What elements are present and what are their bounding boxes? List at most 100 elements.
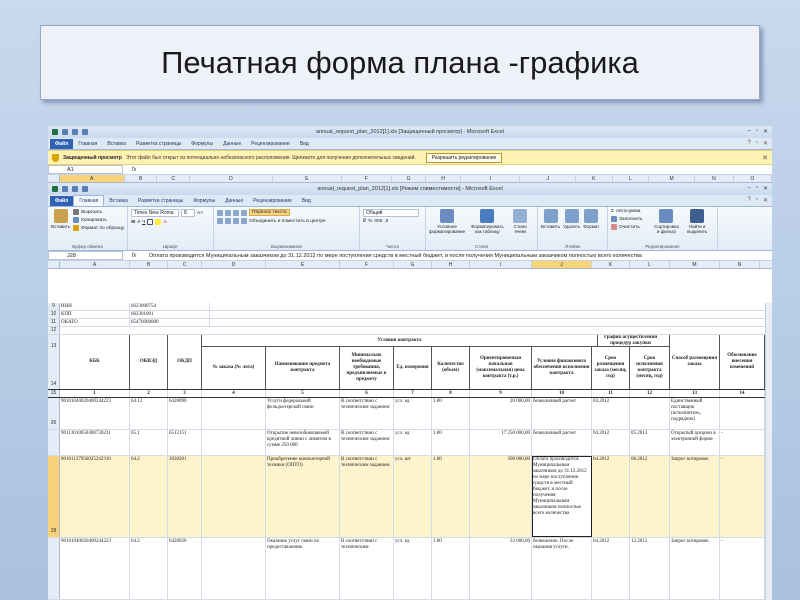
tab-home[interactable]: Главная [73, 139, 102, 149]
tab-formulas[interactable]: Формулы [186, 139, 218, 149]
table-row[interactable]: 90101040020400244223 64.2 6420020 Оказан… [48, 538, 772, 600]
header-kbk[interactable]: КБК [60, 335, 130, 389]
cell-price[interactable]: 300 000,00 [470, 456, 532, 537]
table-header-row[interactable]: 13 14 КБК ОКВЭД ОКДП Условия контракта № … [48, 335, 772, 390]
cell-kbk[interactable]: 90101040020400244223 [60, 398, 130, 429]
tab-review[interactable]: Рецензирование [248, 196, 297, 206]
row-number[interactable]: 28 [48, 456, 60, 537]
row-number[interactable]: 9 [48, 303, 60, 310]
format-painter-button[interactable]: Формат по образцу [73, 225, 124, 231]
column-header[interactable]: N [695, 175, 734, 182]
column-number[interactable]: 12 [630, 390, 670, 397]
underline-icon[interactable]: Ч [142, 220, 145, 225]
clear-button[interactable]: Очистить [611, 224, 653, 230]
cell-okdp[interactable]: 6420020 [168, 538, 202, 599]
select-all-corner[interactable] [48, 175, 60, 182]
column-header[interactable]: G [394, 261, 432, 268]
font-size-select[interactable]: 8 [181, 209, 195, 217]
cell-price[interactable]: 33 600,00 [470, 538, 532, 599]
table-row[interactable]: 90113010650300730231 65.1 6512151 Открыт… [48, 430, 772, 456]
tab-home[interactable]: Главная [73, 195, 105, 206]
row-number[interactable]: 13 14 [48, 335, 60, 389]
column-header[interactable]: J [532, 261, 592, 268]
cell-order-no[interactable] [202, 430, 266, 455]
column-header[interactable]: J [520, 175, 577, 182]
enable-editing-button[interactable]: Разрешить редактирование [425, 152, 503, 163]
column-header[interactable]: H [432, 261, 470, 268]
cell-justification[interactable]: - [720, 430, 765, 455]
table-row[interactable]: 12 [48, 327, 772, 335]
cell-placement-date[interactable]: 03.2012 [592, 398, 630, 429]
info-value[interactable]: 662301001 [130, 311, 210, 318]
fx-icon[interactable]: fx [123, 167, 145, 173]
column-header[interactable]: E [266, 261, 340, 268]
cell-placement-date[interactable]: 04.2012 [592, 430, 630, 455]
table-row[interactable]: 10 КПП 662301001 [48, 311, 772, 319]
column-number[interactable]: 14 [720, 390, 765, 397]
header-justification[interactable]: Обоснование внесения изменений [720, 335, 765, 389]
column-number[interactable]: 8 [432, 390, 470, 397]
info-label[interactable]: ОКАТО [60, 319, 130, 326]
column-header[interactable]: F [342, 175, 392, 182]
column-header[interactable]: L [630, 261, 670, 268]
cell-unit[interactable]: усл. ед [394, 430, 432, 455]
cell-order-no[interactable] [202, 398, 266, 429]
formula-input[interactable]: Оплата производится Муниципальным заказч… [145, 253, 772, 259]
column-number[interactable]: 10 [532, 390, 592, 397]
cell-exec-date[interactable]: 06.2012 [630, 456, 670, 537]
close-icon[interactable]: ✕ [763, 197, 768, 204]
column-number[interactable]: 7 [394, 390, 432, 397]
cell-placement-date[interactable]: 04.2012 [592, 538, 630, 599]
table-number-row[interactable]: 15 1 2 3 4 5 6 7 8 9 10 11 12 13 14 [48, 390, 772, 398]
row-number[interactable]: 26 [48, 398, 60, 429]
spreadsheet-grid[interactable]: 9 ИНН 6623000754 10 КПП 662301001 11 ОКА… [48, 303, 772, 600]
cell-unit[interactable]: усл. ед [394, 398, 432, 429]
cell-okved[interactable]: 64.2 [130, 456, 168, 537]
align-middle-icon[interactable] [225, 209, 231, 216]
column-number[interactable]: 4 [202, 390, 266, 397]
cell-okved[interactable]: 65.1 [130, 430, 168, 455]
header-requirements[interactable]: Минимально необходимые требования, предъ… [340, 347, 394, 389]
tab-page-layout[interactable]: Разметка страницы [133, 196, 188, 206]
restore-icon[interactable]: ▫ [756, 140, 758, 147]
column-header[interactable]: A [60, 261, 130, 268]
column-header[interactable]: M [649, 175, 696, 182]
column-number[interactable]: 9 [470, 390, 532, 397]
column-header[interactable]: I [461, 175, 521, 182]
cell-kbk[interactable]: 90113010650300730231 [60, 430, 130, 455]
protected-view-message[interactable]: Этот файл был открыт из потенциально неб… [126, 155, 416, 161]
row-number[interactable] [48, 430, 60, 455]
wrap-text-button[interactable]: Перенос текста [249, 209, 290, 216]
tab-data[interactable]: Данные [218, 139, 246, 149]
tab-page-layout[interactable]: Разметка страницы [131, 139, 186, 149]
help-icon[interactable]: ? [747, 197, 750, 204]
cell-payment-active[interactable]: Оплата производится Муниципальным заказч… [532, 456, 592, 537]
cell-order-no[interactable] [202, 456, 266, 537]
cell-justification[interactable]: - [720, 456, 765, 537]
align-top-icon[interactable] [217, 209, 223, 216]
bold-icon[interactable]: Ж [131, 220, 135, 225]
column-header[interactable]: L [613, 175, 650, 182]
column-header[interactable]: H [426, 175, 461, 182]
header-contract-group[interactable]: Условия контракта [202, 335, 598, 347]
fill-button[interactable]: Заполнить [611, 216, 653, 222]
table-row[interactable]: 11 ОКАТО 65476000000 [48, 319, 772, 327]
cell-payment[interactable]: безналичный расчет [532, 398, 592, 429]
cell-payment[interactable]: безналично. После оказания услуги. [532, 538, 592, 599]
fill-color-icon[interactable] [155, 219, 162, 225]
cell-subject[interactable]: Приобретение компьютерной техники (ОПТО) [266, 456, 340, 537]
column-header[interactable]: A [59, 175, 125, 182]
column-header[interactable]: D [202, 261, 266, 268]
table-row[interactable]: 26 90101040020400244223 64.12 6420090 Ус… [48, 398, 772, 430]
column-header[interactable]: I [470, 261, 532, 268]
column-header[interactable]: K [592, 261, 630, 268]
column-header[interactable]: E [273, 175, 342, 182]
header-payment[interactable]: Условия финансового обеспечения исполнен… [532, 347, 592, 389]
italic-icon[interactable]: К [137, 220, 140, 225]
cell-requirements[interactable]: В соответствии с техническим [340, 538, 394, 599]
cell-payment[interactable]: безналичный расчет [532, 430, 592, 455]
borders-icon[interactable] [147, 219, 154, 225]
header-exec-date[interactable]: Срок исполнения контракта (месяц, год) [630, 347, 670, 389]
cell-exec-date[interactable]: 05.2013 [630, 430, 670, 455]
merge-center-button[interactable]: Объединить и поместить в центре [249, 219, 326, 224]
